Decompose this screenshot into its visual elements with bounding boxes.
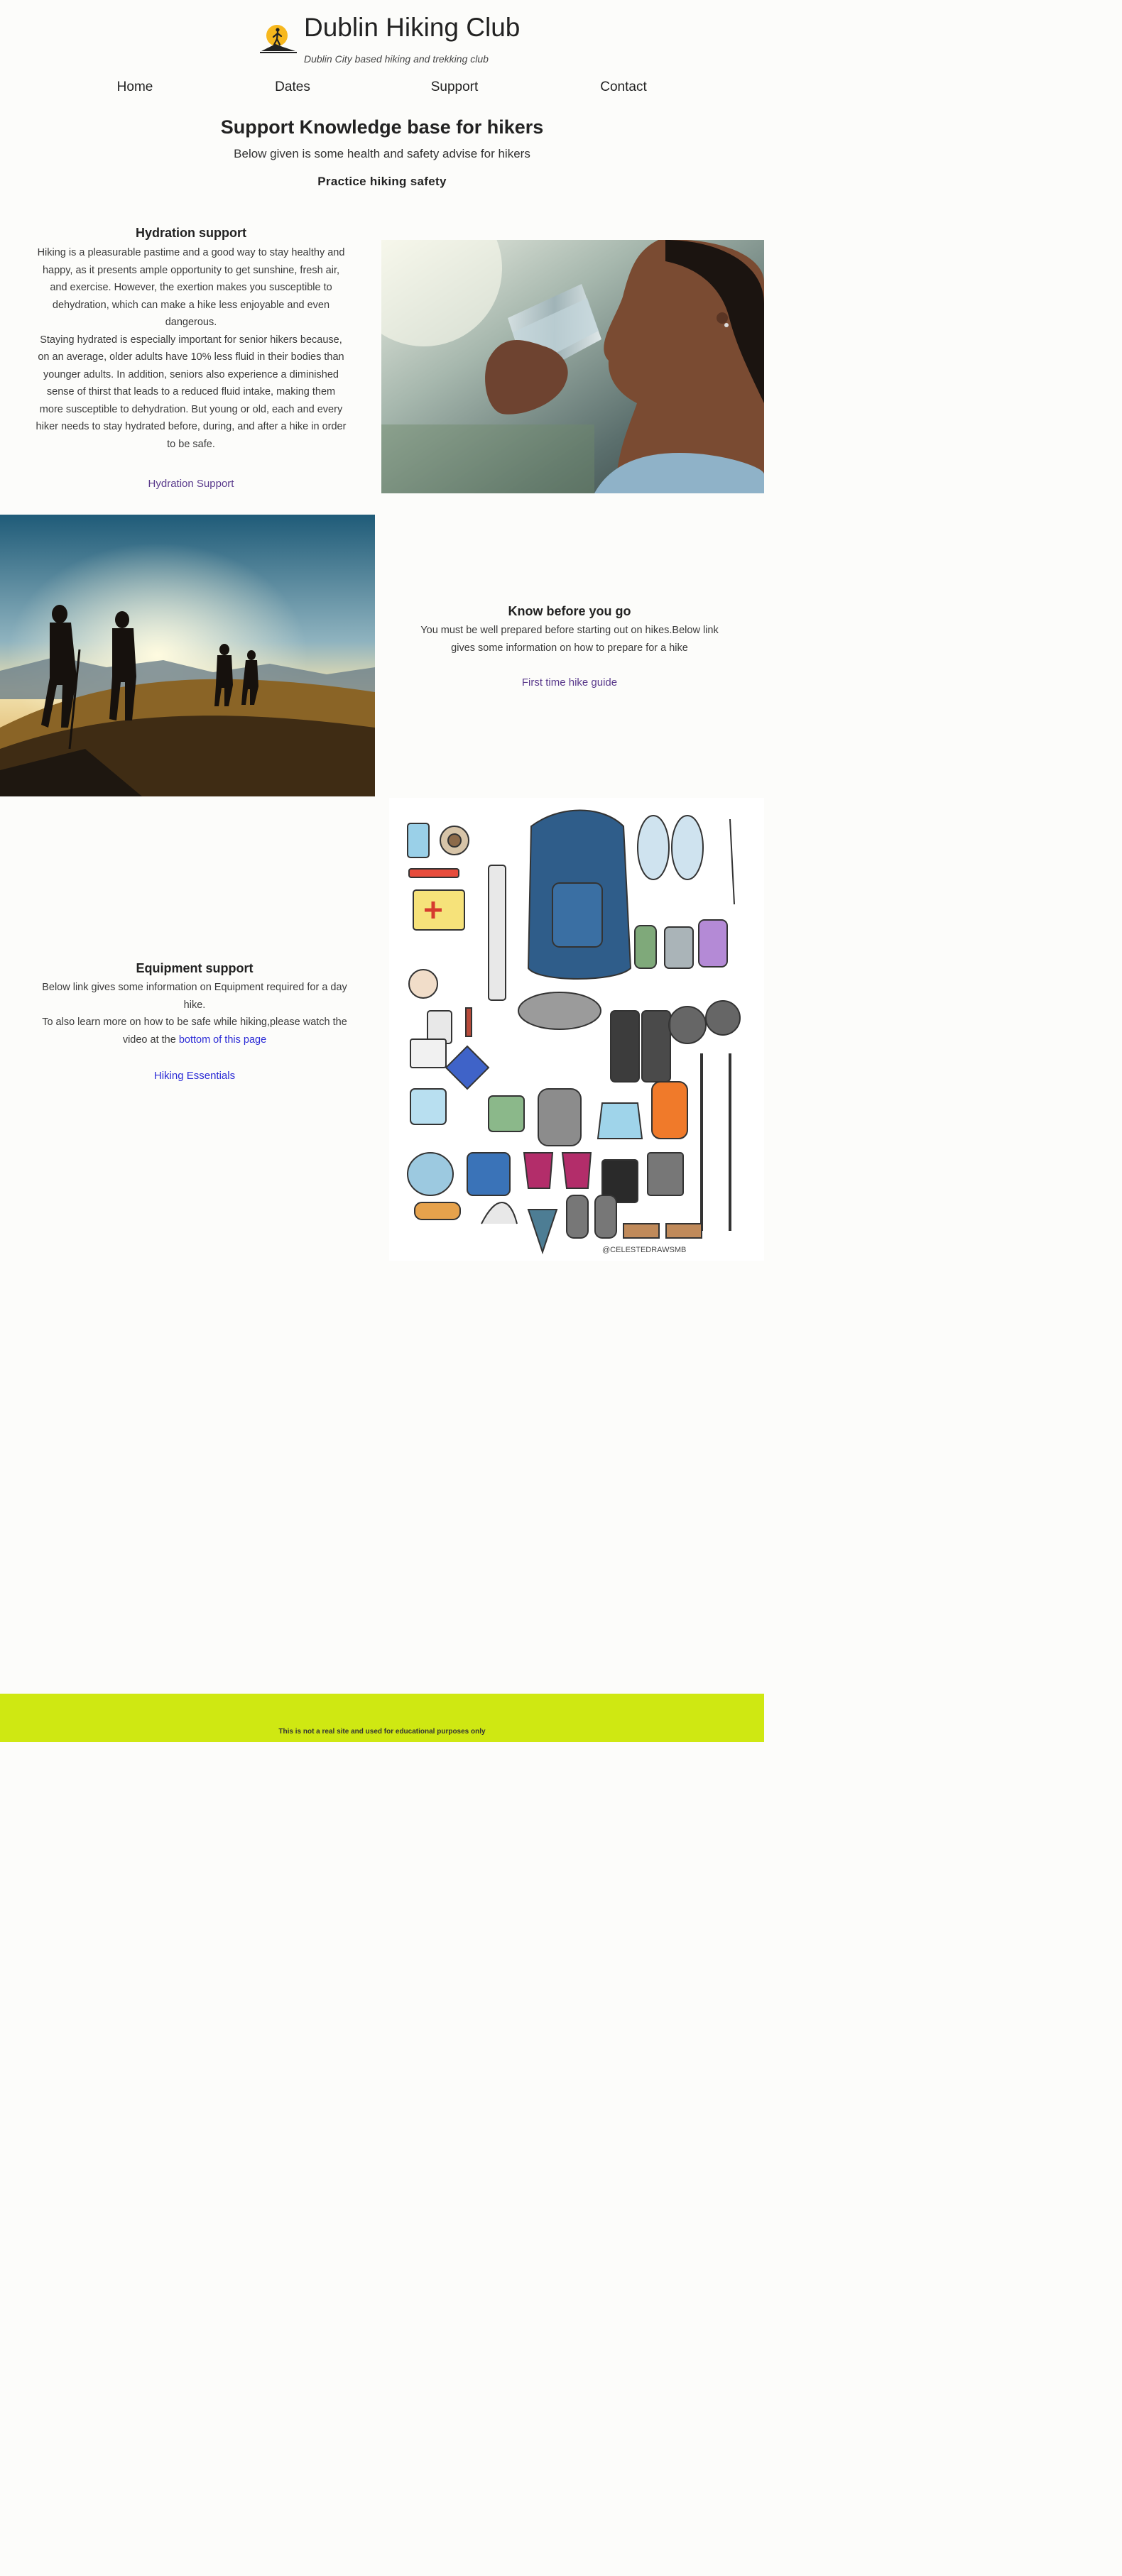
hydration-line: to be safe. — [167, 438, 215, 450]
page-heading: Support Knowledge base for hikers — [220, 116, 544, 138]
footer-disclaimer: This is not a real site and used for edu… — [278, 1728, 486, 1736]
nav-home-link[interactable]: Home — [117, 80, 153, 95]
know-before-title: Know before you go — [508, 604, 631, 618]
equipment-line: hike. — [183, 999, 206, 1011]
woman-drinking-water-photo — [381, 240, 764, 493]
know-before-text: You must be well prepared before startin… — [405, 622, 734, 657]
hydration-line: more susceptible to dehydration. But you… — [39, 403, 343, 415]
hydration-line: dangerous. — [165, 317, 217, 328]
page-subheading: Below given is some health and safety ad… — [234, 147, 530, 160]
equipment-text: Below link gives some information on Equ… — [28, 979, 361, 1048]
hydration-line: Staying hydrated is especially important… — [40, 334, 342, 346]
equipment-line-prefix: video at the — [122, 1034, 179, 1046]
site-title: Dublin Hiking Club — [304, 13, 521, 42]
nav-support-link[interactable]: Support — [431, 80, 479, 95]
page-footer: This is not a real site and used for edu… — [0, 1694, 764, 1742]
nav-contact-link[interactable]: Contact — [600, 80, 646, 95]
equipment-line: Below link gives some information on Equ… — [42, 982, 347, 993]
hydration-line: and exercise. However, the exertion make… — [50, 282, 332, 293]
hydration-line: on an average, older adults have 10% les… — [38, 351, 344, 363]
hydration-line: sense of thirst that leads to a reduced … — [46, 386, 336, 398]
hydration-support-link[interactable]: Hydration Support — [21, 478, 361, 490]
know-before-line: You must be well prepared before startin… — [420, 625, 719, 636]
site-tagline: Dublin City based hiking and trekking cl… — [304, 53, 489, 65]
club-logo — [258, 20, 298, 54]
hydration-title: Hydration support — [136, 226, 246, 240]
section-title: Practice hiking safety — [317, 175, 447, 188]
gear-credit: @CELESTEDRAWSMB — [602, 1246, 686, 1254]
first-time-hike-guide-link[interactable]: First time hike guide — [398, 676, 741, 689]
equipment-line: To also learn more on how to be safe whi… — [42, 1016, 347, 1028]
hydration-line: younger adults. In addition, seniors als… — [43, 368, 339, 380]
nav-dates-link[interactable]: Dates — [275, 80, 310, 95]
hydration-line: happy, as it presents ample opportunity … — [42, 264, 340, 276]
hydration-line: Hiking is a pleasurable pastime and a go… — [37, 247, 345, 258]
hydration-line: hiker needs to stay hydrated before, dur… — [36, 421, 347, 432]
hydration-text: Hiking is a pleasurable pastime and a go… — [26, 244, 356, 453]
hiking-gear-illustration: @CELESTEDRAWSMB — [389, 798, 764, 1261]
hikers-sunset-photo — [0, 515, 375, 796]
bottom-of-page-link[interactable]: bottom of this page — [179, 1034, 266, 1046]
hiking-essentials-link[interactable]: Hiking Essentials — [21, 1070, 368, 1082]
equipment-title: Equipment support — [136, 961, 254, 975]
equipment-line: video at the bottom of this page — [28, 1031, 361, 1049]
know-before-line: gives some information on how to prepare… — [451, 642, 688, 654]
hydration-line: dehydration, which can make a hike less … — [52, 299, 330, 311]
